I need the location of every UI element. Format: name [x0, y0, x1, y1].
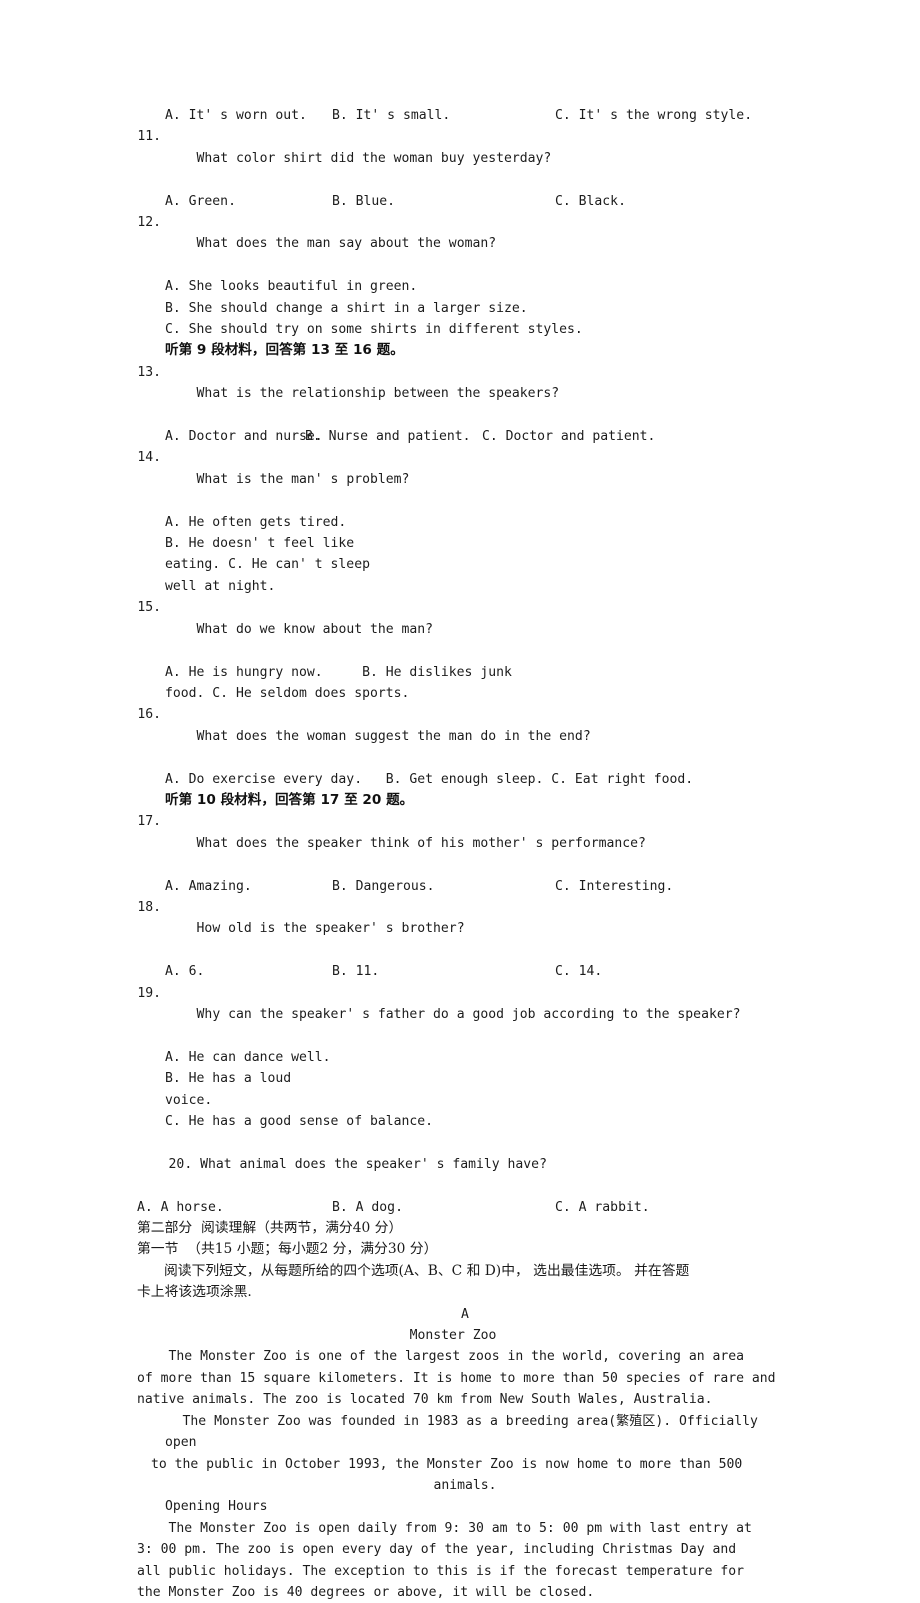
option-c: C. 14.	[555, 964, 603, 980]
question-text: What is the man' s problem?	[196, 471, 410, 487]
option-c-wrap: well at night.	[165, 578, 276, 594]
question-number: 14.	[137, 450, 161, 466]
option-a: A. He often gets tired.	[165, 514, 347, 530]
option-b: B. 11.	[332, 964, 380, 980]
listening-material-header-10: 听第 10 段材料，回答第 17 至 20 题。	[165, 791, 414, 808]
option-a: A. She looks beautiful in green.	[165, 279, 418, 295]
section-one-heading: 第一节 （共15 小题；每小题2 分，满分30 分）	[137, 1241, 438, 1258]
option-a: A. Doctor and nurse.	[165, 429, 323, 445]
page-content: A. It' s worn out. B. It' s small. C. It…	[137, 105, 793, 1603]
option-a: A. A horse.	[137, 1199, 224, 1215]
question-text: What does the woman suggest the man do i…	[196, 728, 591, 744]
passage-subheading: Opening Hours	[165, 1499, 268, 1515]
option-c: C. She should try on some shirts in diff…	[165, 322, 583, 338]
question-number: 12.	[137, 215, 161, 230]
question-16-options: A. Do exercise every day. B. Get enough …	[165, 771, 694, 787]
passage-line: The Monster Zoo is one of the largest zo…	[137, 1349, 744, 1365]
question-text: What color shirt did the woman buy yeste…	[196, 150, 552, 166]
question-number: 16.	[137, 707, 161, 723]
question-text: What do we know about the man?	[196, 621, 434, 637]
option-a: A. 6.	[165, 964, 205, 980]
passage-line: the Monster Zoo is 40 degrees or above, …	[137, 1584, 595, 1600]
option-b: B. He has a loud	[165, 1071, 292, 1087]
instruction-line-2: 卡上将该选项涂黑.	[137, 1284, 252, 1301]
passage-paragraph-2: The Monster Zoo was founded in 1983 as a…	[137, 1411, 793, 1497]
question-text: What is the relationship between the spe…	[196, 386, 560, 402]
passage-line: native animals. The zoo is located 70 km…	[137, 1392, 713, 1408]
option-bc-wrap: eating. C. He can' t sleep	[165, 557, 370, 573]
question-12-stem: 12. What does the man say about the woman…	[137, 212, 793, 276]
passage-paragraph-1: The Monster Zoo is one of the largest zo…	[137, 1346, 793, 1410]
question-15-stem: 15. What do we know about the man?	[137, 597, 793, 661]
question-13-options: A. Doctor and nurse. B. Nurse and patien…	[137, 426, 793, 447]
passage-line-wrap: open	[165, 1435, 197, 1451]
question-11-options: A. Green. B. Blue. C. Black.	[137, 191, 793, 212]
option-a: A. Green.	[165, 193, 236, 209]
question-number: 17.	[137, 814, 161, 830]
question-16-stem: 16. What does the woman suggest the man d…	[137, 704, 793, 768]
question-11-stem: 11. What color shirt did the woman buy ye…	[137, 126, 793, 190]
passage-line: The Monster Zoo was founded in 1983 as a…	[151, 1413, 758, 1429]
option-b: B. Nurse and patient.	[305, 429, 471, 445]
question-18-options: A. 6. B. 11. C. 14.	[137, 961, 793, 982]
option-a: A. He can dance well.	[165, 1049, 331, 1065]
option-ab-line: A. He is hungry now. B. He dislikes junk	[165, 664, 512, 680]
question-number: 15.	[137, 600, 161, 616]
option-b: B. Blue.	[332, 193, 396, 209]
question-number: 11.	[137, 129, 161, 145]
passage-line: 3: 00 pm. The zoo is open every day of t…	[137, 1542, 737, 1558]
option-b: B. He doesn' t feel like	[165, 536, 355, 552]
question-text: Why can the speaker' s father do a good …	[196, 1006, 741, 1022]
question-13-stem: 13. What is the relationship between the …	[137, 362, 793, 426]
option-c: C. Interesting.	[555, 878, 674, 894]
question-text: 20. What animal does the speaker' s fami…	[169, 1157, 547, 1172]
part-two-heading: 第二部分 阅读理解（共两节，满分40 分）	[137, 1220, 403, 1237]
question-number: 13.	[137, 364, 161, 380]
option-b: B. It' s small.	[332, 108, 451, 123]
passage-line: of more than 15 square kilometers. It is…	[137, 1370, 776, 1386]
question-14-stem: 14. What is the man' s problem?	[137, 447, 793, 511]
option-a: A. Amazing.	[165, 878, 252, 894]
option-a: A. It' s worn out.	[165, 108, 307, 123]
passage-title: Monster Zoo	[409, 1328, 497, 1344]
question-number: 19.	[137, 985, 161, 1001]
question-body: What animal does the speaker' s family h…	[200, 1156, 547, 1172]
passage-paragraph-3: The Monster Zoo is open daily from 9: 30…	[137, 1518, 793, 1603]
passage-letter: A	[461, 1306, 469, 1322]
question-text: What does the speaker think of his mothe…	[196, 835, 646, 851]
question-17-stem: 17. What does the speaker think of his mo…	[137, 811, 793, 875]
question-number: 20.	[168, 1156, 193, 1172]
question-19-stem: 19. Why can the speaker' s father do a go…	[137, 983, 793, 1047]
option-bc-line: food. C. He seldom does sports.	[165, 685, 410, 701]
question-18-stem: 18. How old is the speaker' s brother?	[137, 897, 793, 961]
question-number: 18.	[137, 899, 161, 915]
option-b: B. She should change a shirt in a larger…	[165, 300, 528, 316]
reading-instruction: 阅读下列短文，从每题所给的四个选项(A、B、C 和 D)中， 选出最佳选项。 并…	[137, 1261, 793, 1304]
option-c: C. Doctor and patient.	[482, 429, 656, 445]
option-c: C. He has a good sense of balance.	[165, 1114, 434, 1130]
option-b: B. A dog.	[332, 1199, 403, 1215]
question-20-stem: 20. What animal does the speaker' s fami…	[137, 1132, 793, 1196]
exam-page: A. It' s worn out. B. It' s small. C. It…	[0, 0, 920, 1600]
listening-material-header-9: 听第 9 段材料，回答第 13 至 16 题。	[165, 342, 404, 359]
question-text: How old is the speaker' s brother?	[196, 921, 465, 937]
option-c: C. It' s the wrong style.	[555, 108, 753, 123]
question-text: What does the man say about the woman?	[196, 236, 497, 252]
option-b-wrap: voice.	[165, 1092, 213, 1108]
instruction-line-1: 阅读下列短文，从每题所给的四个选项(A、B、C 和 D)中， 选出最佳选项。 并…	[164, 1262, 690, 1279]
passage-line: The Monster Zoo is open daily from 9: 30…	[137, 1520, 752, 1536]
question-17-options: A. Amazing. B. Dangerous. C. Interesting…	[137, 876, 793, 897]
option-c: C. Black.	[555, 193, 626, 209]
passage-line-centered: animals.	[433, 1477, 497, 1493]
question-10-options: A. It' s worn out. B. It' s small. C. It…	[137, 105, 793, 126]
option-c: C. A rabbit.	[555, 1199, 650, 1215]
passage-line: all public holidays. The exception to th…	[137, 1563, 744, 1579]
passage-line: to the public in October 1993, the Monst…	[151, 1456, 743, 1472]
option-b: B. Dangerous.	[332, 878, 435, 894]
question-20-options: A. A horse. B. A dog. C. A rabbit.	[137, 1197, 793, 1218]
